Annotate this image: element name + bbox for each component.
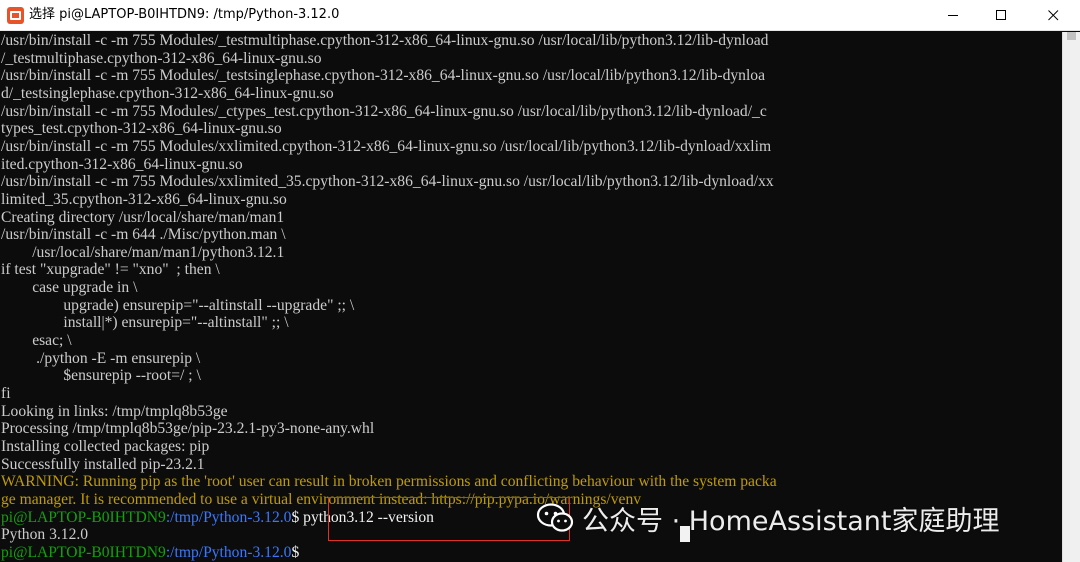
terminal-line: esac; \ (1, 332, 72, 350)
watermark: 公众号 · HomeAssistant家庭助理 (536, 500, 1000, 537)
terminal-window: 选择 pi@LAPTOP-B0IHTDN9: /tmp/Python-3.12.… (0, 0, 1080, 562)
terminal-line: Creating directory /usr/local/share/man/… (1, 208, 285, 226)
terminal-line: Looking in links: /tmp/tmplq8b53ge (1, 402, 228, 420)
terminal-line: types_test.cpython-312-x86_64-linux-gnu.… (1, 120, 282, 138)
close-icon (1048, 10, 1059, 21)
maximize-button[interactable] (978, 0, 1024, 31)
terminal-app-icon (7, 7, 24, 24)
terminal-line: fi (1, 385, 11, 402)
terminal-line: /usr/bin/install -c -m 644 ./Misc/python… (1, 226, 286, 244)
title-bar[interactable]: 选择 pi@LAPTOP-B0IHTDN9: /tmp/Python-3.12.… (0, 0, 1080, 31)
prompt-path: :/tmp/Python-3.12.0 (165, 508, 292, 526)
terminal-line: WARNING: Running pip as the 'root' user … (1, 473, 777, 491)
scrollbar-thumb[interactable] (1067, 32, 1076, 40)
wechat-icon (536, 503, 574, 532)
minimize-button[interactable] (930, 0, 976, 31)
terminal-line: if test "xupgrade" != "xno" ; then \ (1, 261, 220, 279)
terminal-line: limited_35.cpython-312-x86_64-linux-gnu.… (1, 190, 287, 208)
terminal-line: $ensurepip --root=/ ; \ (1, 367, 201, 385)
terminal-line: upgrade) ensurepip="--altinstall --upgra… (1, 296, 355, 314)
prompt-user: pi@LAPTOP-B0IHTDN9 (1, 543, 166, 561)
terminal-line: Installing collected packages: pip (1, 437, 210, 455)
terminal-line: /usr/bin/install -c -m 755 Modules/_test… (1, 67, 766, 85)
terminal-line: Successfully installed pip-23.2.1 (1, 455, 205, 473)
prompt-user: pi@LAPTOP-B0IHTDN9 (1, 508, 166, 526)
terminal-line: case upgrade in \ (1, 279, 138, 297)
watermark-text: 公众号 · HomeAssistant家庭助理 (582, 505, 1000, 537)
terminal-line: /usr/bin/install -c -m 755 Modules/xxlim… (1, 173, 774, 191)
terminal-line: d/_testsinglephase.cpython-312-x86_64-li… (1, 84, 334, 102)
terminal-line: ited.cpython-312-x86_64-linux-gnu.so (1, 155, 243, 173)
terminal-line: /usr/local/share/man/man1/python3.12.1 (1, 243, 285, 261)
terminal-line: /usr/bin/install -c -m 755 Modules/_ctyp… (1, 102, 767, 120)
terminal-line: ./python -E -m ensurepip \ (1, 349, 201, 367)
maximize-icon (996, 10, 1006, 20)
prompt-line-current: pi@LAPTOP-B0IHTDN9:/tmp/Python-3.12.0$ (1, 544, 299, 562)
terminal-line: /usr/bin/install -c -m 755 Modules/_test… (1, 32, 769, 49)
terminal-line: Processing /tmp/tmplq8b53ge/pip-23.2.1-p… (1, 420, 375, 438)
window-title: 选择 pi@LAPTOP-B0IHTDN9: /tmp/Python-3.12.… (29, 7, 340, 22)
prompt-dollar: $ (291, 543, 300, 561)
close-button[interactable] (1030, 0, 1076, 31)
terminal-line: install|*) ensurepip="--altinstall" ;; \ (1, 314, 289, 332)
terminal-line: /_testmultiphase.cpython-312-x86_64-linu… (1, 49, 322, 67)
version-output: Python 3.12.0 (1, 526, 89, 544)
terminal-line: /usr/bin/install -c -m 755 Modules/xxlim… (1, 137, 772, 155)
vertical-scrollbar[interactable] (1062, 32, 1080, 562)
highlight-annotation-box (328, 497, 570, 541)
minimize-icon (948, 15, 958, 16)
terminal-output[interactable]: /usr/bin/install -c -m 755 Modules/_test… (0, 32, 1062, 562)
prompt-path: :/tmp/Python-3.12.0 (165, 543, 292, 561)
